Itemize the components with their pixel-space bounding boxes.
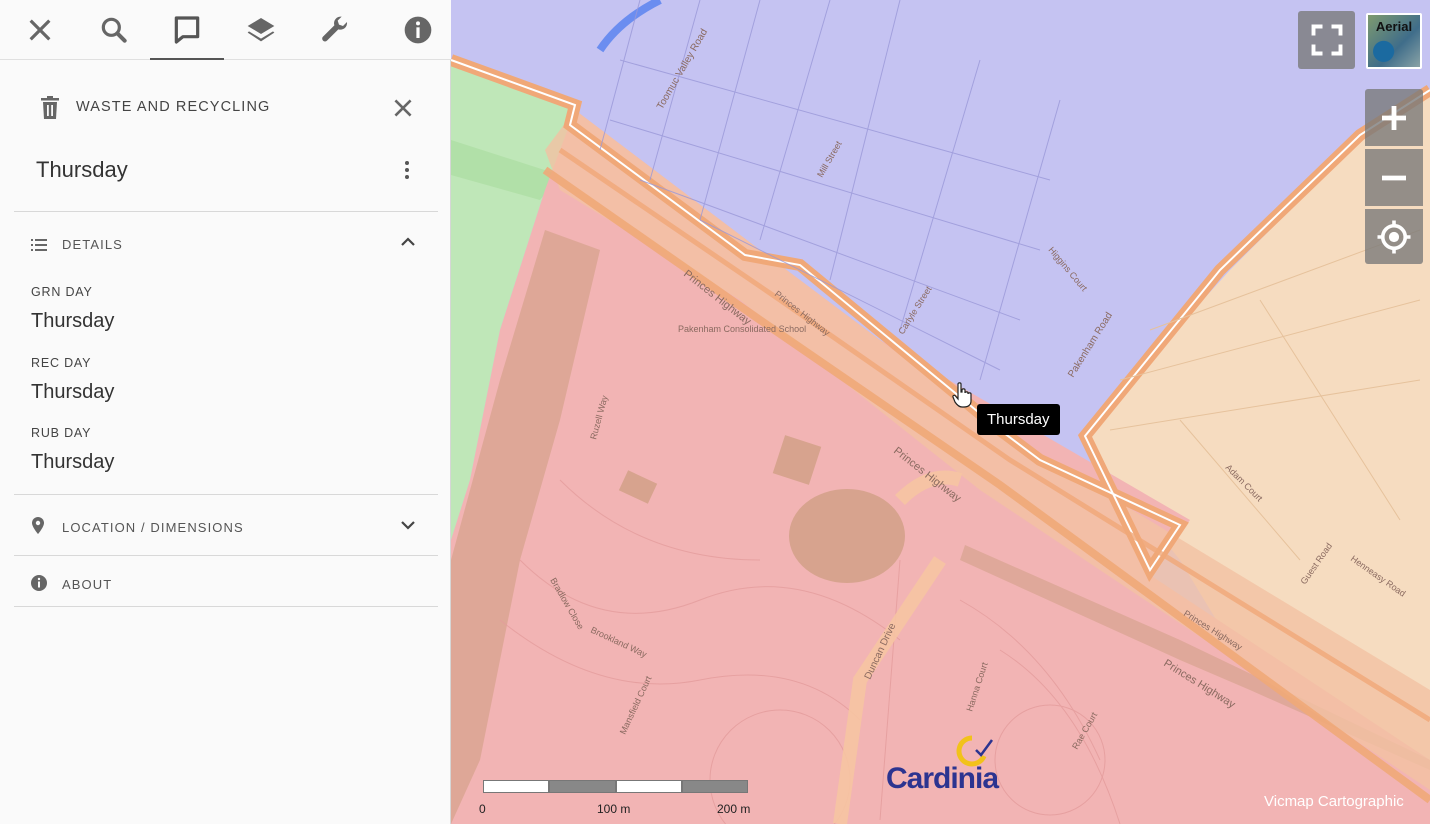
street-label: Princes Highway (681, 268, 753, 328)
street-label: Rae Court (1070, 710, 1099, 751)
zoom-out-button[interactable] (1365, 149, 1423, 206)
details-header-label: DETAILS (62, 237, 123, 252)
layers-icon (247, 18, 275, 42)
street-label: Mansfield Court (618, 674, 654, 736)
scale-segment (682, 780, 748, 793)
list-icon (31, 239, 47, 251)
info-circle-icon (31, 575, 47, 591)
map-tooltip: Thursday (977, 404, 1060, 435)
info-icon (404, 16, 432, 44)
scale-segment (483, 780, 549, 793)
fullscreen-button[interactable] (1298, 11, 1355, 69)
location-header-label: LOCATION / DIMENSIONS (62, 520, 244, 535)
street-label: Hanna Court (964, 661, 989, 713)
street-label: Carlyle Street (896, 284, 934, 336)
cardinia-logo: Cardinia (884, 732, 999, 796)
trash-icon (41, 96, 59, 119)
street-label: Brookland Way (589, 625, 649, 660)
street-label: Guest Road (1298, 541, 1334, 586)
street-label: Princes Highway (891, 445, 963, 505)
scale-label: 0 (479, 802, 486, 816)
map-attribution: Vicmap Cartographic (1264, 793, 1404, 810)
chevron-up-icon (401, 237, 415, 246)
search-button[interactable] (77, 0, 151, 60)
details-section-header[interactable]: DETAILS (14, 216, 438, 272)
rub-day-value: Thursday (31, 451, 115, 473)
close-feature-button[interactable] (390, 95, 416, 121)
street-label: Mill Street (815, 139, 844, 179)
close-icon (29, 19, 51, 41)
tools-icon (322, 16, 348, 42)
street-labels: Toomuc Valley Road Mill Street Princes H… (548, 27, 1408, 751)
street-label: Duncan Drive (863, 621, 899, 681)
rec-day-value: Thursday (31, 381, 115, 403)
crosshair-icon (1377, 220, 1411, 253)
divider (14, 211, 438, 212)
map-canvas[interactable]: Toomuc Valley Road Mill Street Princes H… (451, 0, 1430, 824)
aerial-label: Aerial (1375, 19, 1413, 34)
location-section-header[interactable]: LOCATION / DIMENSIONS (14, 498, 438, 554)
rec-day-label: REC DAY (31, 356, 92, 370)
layer-title: WASTE AND RECYCLING (76, 99, 271, 115)
fullscreen-icon (1311, 24, 1342, 56)
street-label: Bradlow Close (548, 576, 586, 631)
street-label: Higgins Court (1046, 245, 1089, 294)
street-label: Henneasy Road (1349, 553, 1408, 598)
street-label: Princes Highway (1161, 657, 1237, 711)
rub-day-label: RUB DAY (31, 426, 92, 440)
plus-icon (1382, 105, 1406, 130)
street-label: Ruzell Way (588, 394, 609, 441)
toolbar (0, 0, 451, 60)
close-panel-button[interactable] (3, 0, 77, 60)
street-label: Toomuc Valley Road (655, 27, 710, 111)
feature-info-icon (174, 16, 200, 44)
hand-cursor-icon (952, 382, 972, 408)
divider (14, 494, 438, 495)
about-section-header[interactable]: ABOUT (14, 557, 438, 613)
info-button[interactable] (381, 0, 455, 60)
scale-segment (549, 780, 616, 793)
aerial-basemap-toggle[interactable]: Aerial (1366, 13, 1422, 69)
tools-button[interactable] (298, 0, 372, 60)
layers-button[interactable] (224, 0, 298, 60)
locate-button[interactable] (1365, 209, 1423, 264)
scale-segment (616, 780, 682, 793)
feature-info-button[interactable] (150, 0, 224, 60)
search-icon (101, 17, 127, 43)
zoom-in-button[interactable] (1365, 89, 1423, 146)
scale-label: 100 m (597, 802, 631, 816)
feature-name: Thursday (36, 157, 128, 182)
divider (14, 555, 438, 556)
more-vert-icon[interactable] (398, 158, 416, 182)
street-label: Pakenham Road (1066, 311, 1115, 380)
logo-text: Cardinia (886, 762, 999, 795)
scale-label: 200 m (717, 802, 751, 816)
grn-day-value: Thursday (31, 310, 115, 332)
minus-icon (1382, 175, 1406, 180)
side-panel: WASTE AND RECYCLING Thursday DETAILS GRN… (0, 0, 451, 824)
divider (14, 606, 438, 607)
location-pin-icon (32, 517, 44, 534)
about-header-label: ABOUT (62, 577, 113, 592)
school-label: Pakenham Consolidated School (678, 324, 806, 334)
chevron-down-icon (401, 521, 415, 530)
street-label: Princes Highway (1182, 608, 1245, 652)
grn-day-label: GRN DAY (31, 285, 93, 299)
street-label: Adam Court (1224, 462, 1265, 503)
